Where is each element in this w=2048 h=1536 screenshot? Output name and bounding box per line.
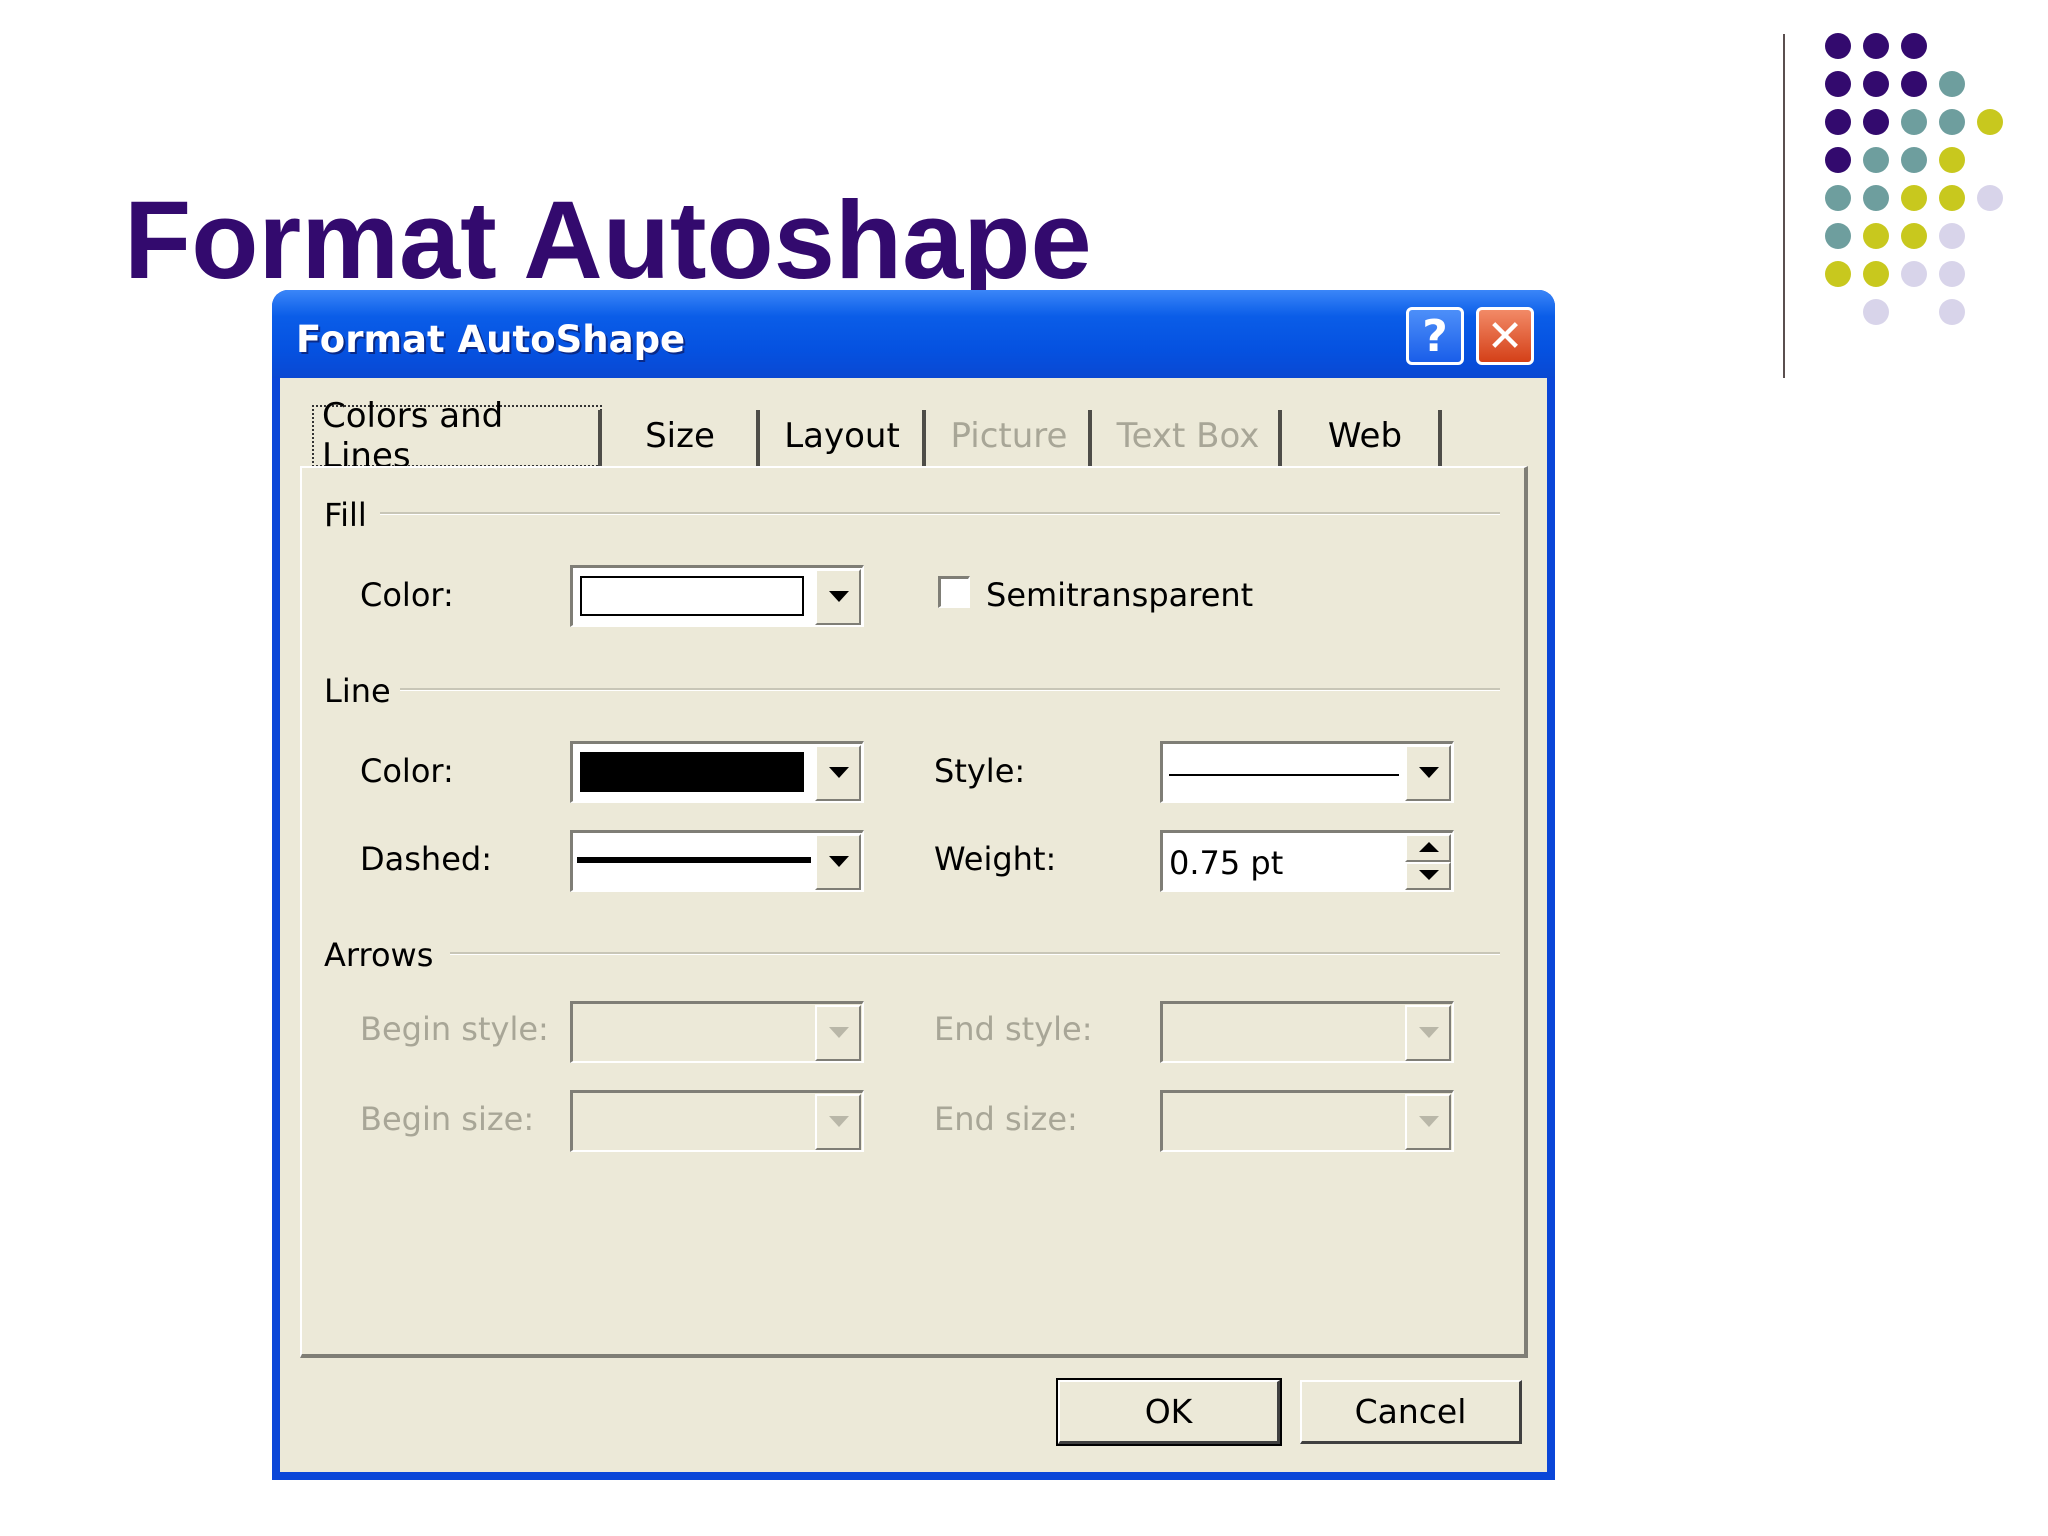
end-style-dropdown[interactable] [1160, 1001, 1454, 1063]
dialog-title: Format AutoShape [296, 318, 686, 361]
tab-label: Colors and Lines [322, 396, 504, 476]
dashed-preview [577, 857, 811, 863]
tab-label: Picture [950, 416, 1068, 456]
tab-separator [1278, 410, 1282, 466]
line-group-divider [400, 688, 1500, 691]
chevron-down-icon[interactable] [1405, 1094, 1451, 1150]
end-style-label: End style: [934, 1010, 1093, 1048]
tab-label: Size [645, 416, 715, 456]
tab-separator [598, 410, 602, 466]
line-color-dropdown[interactable] [570, 741, 864, 803]
begin-style-dropdown[interactable] [570, 1001, 864, 1063]
weight-spinner[interactable]: 0.75 pt [1160, 830, 1454, 892]
line-color-label: Color: [360, 752, 454, 790]
fill-color-dropdown[interactable] [570, 565, 864, 627]
ok-button-label: OK [1144, 1392, 1193, 1431]
cancel-button-label: Cancel [1354, 1392, 1467, 1431]
tab-web[interactable]: Web [1288, 407, 1442, 465]
tab-size[interactable]: Size [608, 407, 752, 465]
tab-text-box[interactable]: Text Box [1098, 407, 1278, 465]
chevron-down-icon[interactable] [815, 1005, 861, 1061]
tab-separator [1088, 410, 1092, 466]
decorative-divider [1783, 34, 1785, 378]
semitransparent-label[interactable]: Semitransparent [986, 576, 1253, 614]
semitransparent-checkbox[interactable] [938, 576, 970, 608]
line-style-preview [1169, 774, 1399, 776]
tab-panel-colors-and-lines [300, 466, 1528, 1358]
tab-picture[interactable]: Picture [932, 407, 1086, 465]
dot-pattern [1825, 33, 2003, 325]
fill-group-label: Fill [324, 496, 367, 534]
line-style-dropdown[interactable] [1160, 741, 1454, 803]
slide-title: Format Autoshape [124, 179, 1092, 302]
chevron-down-icon[interactable] [815, 1094, 861, 1150]
chevron-down-icon[interactable] [1405, 745, 1451, 801]
weight-value[interactable]: 0.75 pt [1169, 844, 1283, 882]
chevron-down-icon[interactable] [815, 745, 861, 801]
dashed-label: Dashed: [360, 840, 492, 878]
arrows-group-divider [450, 952, 1500, 955]
end-size-label: End size: [934, 1100, 1078, 1138]
begin-size-label: Begin size: [360, 1100, 535, 1138]
fill-group-divider [380, 512, 1500, 515]
spin-down-icon[interactable] [1405, 862, 1451, 890]
line-color-swatch [580, 752, 804, 792]
close-button[interactable]: ✕ [1476, 307, 1534, 365]
help-icon: ? [1422, 310, 1448, 362]
tab-label: Web [1327, 416, 1403, 456]
dashed-dropdown[interactable] [570, 830, 864, 892]
tab-label: Layout [784, 416, 900, 456]
line-style-label: Style: [934, 752, 1026, 790]
weight-label: Weight: [934, 840, 1057, 878]
arrows-group-label: Arrows [324, 936, 434, 974]
dialog-titlebar[interactable]: Format AutoShape ? ✕ [272, 290, 1555, 378]
begin-size-dropdown[interactable] [570, 1090, 864, 1152]
tab-layout[interactable]: Layout [766, 407, 918, 465]
begin-style-label: Begin style: [360, 1010, 549, 1048]
help-button[interactable]: ? [1406, 307, 1464, 365]
end-size-dropdown[interactable] [1160, 1090, 1454, 1152]
ok-button[interactable]: OK [1056, 1378, 1282, 1446]
tab-separator [1438, 410, 1442, 466]
tab-colors-and-lines[interactable]: Colors and Lines [312, 396, 602, 476]
chevron-down-icon[interactable] [1405, 1005, 1451, 1061]
fill-color-label: Color: [360, 576, 454, 614]
close-icon: ✕ [1486, 310, 1524, 362]
tab-separator [922, 410, 926, 466]
spin-up-icon[interactable] [1405, 834, 1451, 862]
chevron-down-icon[interactable] [815, 834, 861, 890]
chevron-down-icon[interactable] [815, 569, 861, 625]
line-group-label: Line [324, 672, 391, 710]
fill-color-swatch [580, 576, 804, 616]
tab-label: Text Box [1116, 416, 1260, 456]
tab-separator [756, 410, 760, 466]
cancel-button[interactable]: Cancel [1300, 1380, 1522, 1444]
decorative-dot-grid [1825, 33, 2003, 325]
